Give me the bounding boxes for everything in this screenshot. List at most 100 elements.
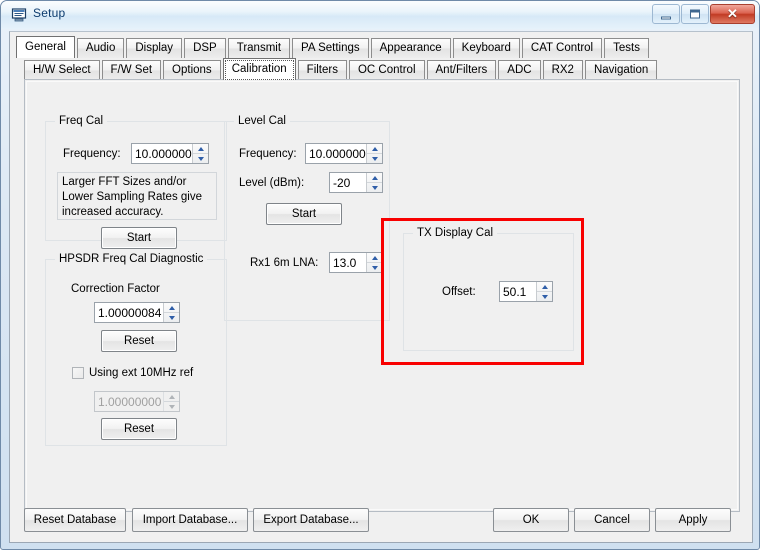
- button-label: Reset: [123, 423, 155, 435]
- correction-factor-label: Correction Factor: [71, 283, 160, 295]
- tab-calibration[interactable]: Calibration: [222, 58, 296, 80]
- stepper-up-icon[interactable]: [537, 282, 552, 291]
- level-cal-frequency-label: Frequency:: [239, 148, 297, 160]
- client-area: General Audio Display DSP Transmit PA Setting…: [9, 31, 753, 543]
- tab-label: Appearance: [379, 42, 442, 54]
- correction-factor-stepper[interactable]: 1.00000084: [94, 302, 180, 323]
- close-button[interactable]: ✕: [710, 4, 755, 24]
- reset-database-button[interactable]: Reset Database: [24, 508, 126, 532]
- correction-factor-value[interactable]: 1.00000084: [95, 303, 163, 322]
- tab-label: CAT Control: [530, 42, 594, 54]
- stepper-up-icon[interactable]: [367, 253, 382, 262]
- button-label: Import Database...: [142, 514, 238, 526]
- stepper-down-icon[interactable]: [537, 292, 552, 301]
- checkbox-label: Using ext 10MHz ref: [89, 367, 194, 379]
- button-label: Reset Database: [33, 514, 117, 526]
- stepper-up-icon[interactable]: [193, 144, 208, 153]
- tab-transmit[interactable]: Transmit: [227, 38, 291, 58]
- tab-label: PA Settings: [301, 42, 360, 54]
- tab-ant-filters[interactable]: Ant/Filters: [426, 60, 497, 80]
- calibration-panel: Freq Cal Frequency: 10.000000 Larger FFT…: [24, 79, 740, 512]
- button-label: Export Database...: [263, 514, 359, 526]
- freq-cal-frequency-stepper[interactable]: 10.000000: [131, 143, 209, 164]
- maximize-button[interactable]: [681, 4, 709, 24]
- minimize-button[interactable]: [652, 4, 680, 24]
- tx-display-cal-offset-value[interactable]: 50.1: [500, 282, 536, 301]
- stepper-down-icon[interactable]: [367, 154, 382, 163]
- tab-oc-control[interactable]: OC Control: [348, 60, 425, 80]
- tab-pa-settings[interactable]: PA Settings: [292, 38, 369, 58]
- level-cal-frequency-stepper[interactable]: 10.000000: [305, 143, 383, 164]
- tab-label: Calibration: [231, 63, 287, 75]
- correction-factor-reset-button[interactable]: Reset: [101, 330, 177, 352]
- button-label: Start: [291, 208, 317, 220]
- freq-cal-note: Larger FFT Sizes and/or Lower Sampling R…: [57, 172, 217, 220]
- tab-hw-select[interactable]: H/W Select: [24, 60, 100, 80]
- level-cal-level-stepper[interactable]: -20: [329, 172, 383, 193]
- stepper-down-icon[interactable]: [367, 263, 382, 272]
- tab-adc[interactable]: ADC: [498, 60, 541, 80]
- export-database-button[interactable]: Export Database...: [253, 508, 369, 532]
- tab-filters[interactable]: Filters: [297, 60, 347, 80]
- ext-ref-value-stepper[interactable]: 1.00000000: [94, 391, 180, 412]
- rx1-6m-lna-stepper[interactable]: 13.0: [329, 252, 383, 273]
- level-cal-start-button[interactable]: Start: [266, 203, 342, 225]
- tab-keyboard[interactable]: Keyboard: [452, 38, 520, 58]
- freq-cal-frequency-value[interactable]: 10.000000: [132, 144, 192, 163]
- tab-label: Filters: [306, 64, 338, 76]
- tab-appearance[interactable]: Appearance: [370, 38, 451, 58]
- stepper-buttons: [536, 282, 552, 301]
- stepper-buttons: [366, 173, 382, 192]
- tab-display[interactable]: Display: [126, 38, 183, 58]
- button-label: Start: [126, 232, 152, 244]
- tab-rx2[interactable]: RX2: [542, 60, 583, 80]
- level-cal-legend: Level Cal: [234, 115, 290, 127]
- tab-label: Keyboard: [461, 42, 511, 54]
- tab-tests[interactable]: Tests: [604, 38, 649, 58]
- hpsdr-diag-legend: HPSDR Freq Cal Diagnostic: [55, 253, 208, 265]
- stepper-buttons: [163, 303, 179, 322]
- apply-button[interactable]: Apply: [655, 508, 731, 532]
- level-cal-level-value[interactable]: -20: [330, 173, 366, 192]
- tab-label: Ant/Filters: [435, 64, 488, 76]
- level-cal-frequency-value[interactable]: 10.000000: [306, 144, 366, 163]
- title-bar[interactable]: Setup ✕: [1, 1, 759, 29]
- stepper-down-icon[interactable]: [164, 313, 179, 322]
- stepper-down-icon[interactable]: [367, 183, 382, 192]
- stepper-up-icon: [164, 392, 179, 401]
- stepper-up-icon[interactable]: [164, 303, 179, 312]
- tab-navigation[interactable]: Navigation: [584, 60, 658, 80]
- import-database-button[interactable]: Import Database...: [132, 508, 248, 532]
- stepper-buttons: [163, 392, 179, 411]
- tab-options[interactable]: Options: [163, 60, 221, 80]
- secondary-tab-strip: H/W Select F/W Set Options Calibration Filte…: [24, 58, 659, 80]
- app-window-icon: [11, 7, 27, 23]
- tx-display-cal-offset-stepper[interactable]: 50.1: [499, 281, 553, 302]
- rx1-6m-lna-value[interactable]: 13.0: [330, 253, 366, 272]
- rx1-6m-lna-label: Rx1 6m LNA:: [250, 257, 319, 269]
- freq-cal-frequency-label: Frequency:: [63, 148, 121, 160]
- tab-fw-set[interactable]: F/W Set: [101, 60, 162, 80]
- stepper-up-icon[interactable]: [367, 144, 382, 153]
- stepper-buttons: [192, 144, 208, 163]
- freq-cal-start-button[interactable]: Start: [101, 227, 177, 249]
- cancel-button[interactable]: Cancel: [574, 508, 650, 532]
- stepper-down-icon[interactable]: [193, 154, 208, 163]
- stepper-up-icon[interactable]: [367, 173, 382, 182]
- tab-cat-control[interactable]: CAT Control: [521, 38, 603, 58]
- ok-button[interactable]: OK: [493, 508, 569, 532]
- button-label: Apply: [678, 514, 708, 526]
- stepper-down-icon: [164, 402, 179, 411]
- tab-label: RX2: [551, 64, 574, 76]
- ext-ref-reset-button[interactable]: Reset: [101, 418, 177, 440]
- maximize-icon: [690, 9, 700, 19]
- using-ext-10mhz-ref-checkbox[interactable]: Using ext 10MHz ref: [72, 367, 193, 379]
- window-controls: ✕: [652, 4, 755, 25]
- tab-audio[interactable]: Audio: [76, 38, 125, 58]
- button-label: Cancel: [594, 514, 630, 526]
- tab-general[interactable]: General: [16, 36, 75, 58]
- level-cal-level-label: Level (dBm):: [239, 177, 305, 189]
- hpsdr-freq-cal-diagnostic-group: HPSDR Freq Cal Diagnostic Correction Fac…: [45, 253, 227, 446]
- tab-dsp[interactable]: DSP: [184, 38, 226, 58]
- tab-label: Options: [172, 64, 212, 76]
